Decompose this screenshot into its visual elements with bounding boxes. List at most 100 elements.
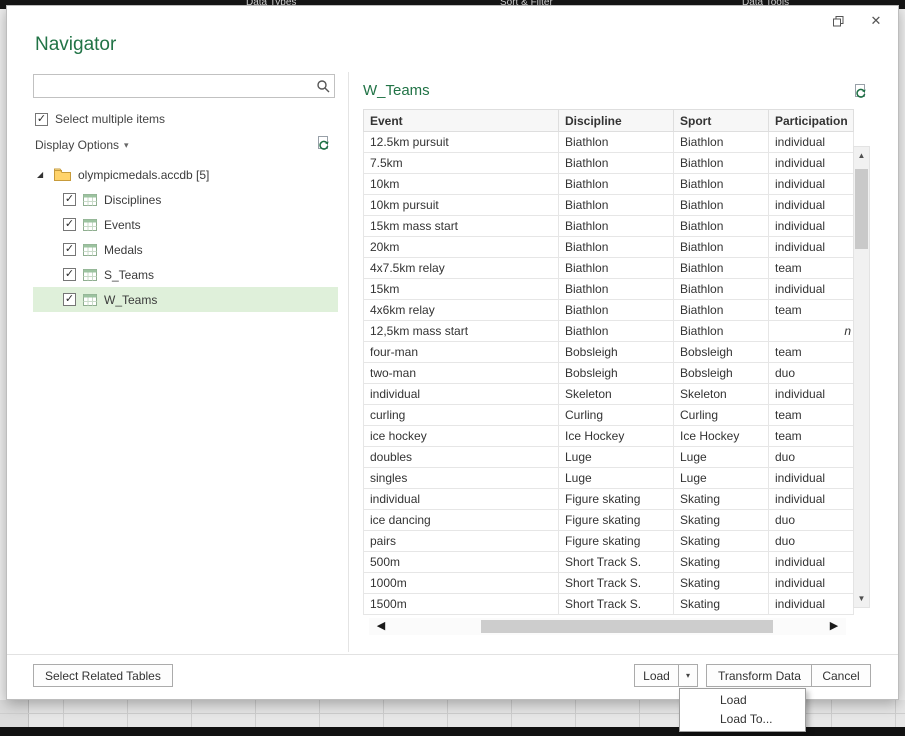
tree-item-disciplines[interactable]: ✓ Disciplines	[33, 187, 338, 212]
tree-item-events[interactable]: ✓ Events	[33, 212, 338, 237]
table-row: 4x6km relayBiathlonBiathlonteam	[364, 300, 854, 321]
table-row: 500mShort Track S.Skatingindividual	[364, 552, 854, 573]
menu-item-load[interactable]: Load	[680, 691, 805, 710]
refresh-preview-icon[interactable]	[315, 135, 332, 152]
close-button[interactable]: ✕	[864, 12, 888, 30]
table-cell: team	[769, 342, 854, 363]
table-icon	[83, 244, 97, 256]
transform-data-button[interactable]: Transform Data	[706, 664, 813, 687]
preview-title: W_Teams	[363, 82, 430, 99]
table-cell: Skating	[674, 552, 769, 573]
table-row: 15km mass startBiathlonBiathlonindividua…	[364, 216, 854, 237]
table-cell: Luge	[674, 447, 769, 468]
table-cell: team	[769, 426, 854, 447]
table-cell: individual	[769, 594, 854, 615]
table-cell: individual	[769, 216, 854, 237]
table-cell: Biathlon	[559, 132, 674, 153]
preview-table: Event Discipline Sport Participation 12.…	[363, 109, 854, 615]
table-cell: 7.5km	[364, 153, 559, 174]
select-multiple-items-checkbox[interactable]: ✓ Select multiple items	[35, 112, 165, 126]
table-cell: Bobsleigh	[559, 363, 674, 384]
table-row: individualSkeletonSkeletonindividual	[364, 384, 854, 405]
table-row: 1000mShort Track S.Skatingindividual	[364, 573, 854, 594]
table-row: four-manBobsleighBobsleighteam	[364, 342, 854, 363]
table-cell: two-man	[364, 363, 559, 384]
display-options-dropdown[interactable]: Display Options ▾	[35, 138, 129, 152]
checkbox-checked-icon[interactable]: ✓	[63, 293, 76, 306]
table-icon	[83, 194, 97, 206]
table-cell: Bobsleigh	[559, 342, 674, 363]
load-dropdown-button[interactable]: ▾	[679, 664, 698, 687]
tree-root-olympicmedals[interactable]: ◢ olympicmedals.accdb [5]	[33, 162, 338, 187]
table-cell: Bobsleigh	[674, 342, 769, 363]
table-cell: 12.5km pursuit	[364, 132, 559, 153]
table-cell: singles	[364, 468, 559, 489]
table-cell: duo	[769, 531, 854, 552]
table-cell: Skeleton	[674, 384, 769, 405]
table-cell: duo	[769, 510, 854, 531]
select-related-tables-button[interactable]: Select Related Tables	[33, 664, 173, 687]
table-cell: ice hockey	[364, 426, 559, 447]
horizontal-scrollbar[interactable]: ◀ ▶	[369, 618, 846, 635]
cancel-button[interactable]: Cancel	[811, 664, 871, 687]
table-row: 1500mShort Track S.Skatingindividual	[364, 594, 854, 615]
tree-expanded-icon[interactable]: ◢	[37, 170, 47, 179]
table-cell: pairs	[364, 531, 559, 552]
table-cell: Biathlon	[559, 279, 674, 300]
checkbox-checked-icon[interactable]: ✓	[63, 243, 76, 256]
checkbox-checked-icon[interactable]: ✓	[63, 193, 76, 206]
table-icon	[83, 219, 97, 231]
search-icon[interactable]	[312, 79, 334, 93]
table-cell: 20km	[364, 237, 559, 258]
close-icon: ✕	[871, 13, 882, 29]
table-cell: individual	[769, 279, 854, 300]
table-row: ice dancingFigure skatingSkatingduo	[364, 510, 854, 531]
table-row: singlesLugeLugeindividual	[364, 468, 854, 489]
table-cell: Biathlon	[674, 132, 769, 153]
scroll-right-icon[interactable]: ▶	[824, 618, 844, 635]
vertical-scroll-thumb[interactable]	[855, 169, 868, 249]
table-cell: individual	[769, 573, 854, 594]
table-cell: Bobsleigh	[674, 363, 769, 384]
table-cell: 1000m	[364, 573, 559, 594]
checkbox-checked-icon[interactable]: ✓	[63, 218, 76, 231]
table-cell: Biathlon	[674, 153, 769, 174]
search-box	[33, 74, 335, 98]
display-options-label: Display Options	[35, 138, 119, 152]
table-cell: individual	[769, 132, 854, 153]
navigator-tree: ◢ olympicmedals.accdb [5] ✓ Di	[33, 162, 338, 312]
horizontal-scroll-thumb[interactable]	[481, 620, 773, 633]
restore-button[interactable]	[826, 12, 850, 30]
table-cell: Figure skating	[559, 489, 674, 510]
menu-item-load-to[interactable]: Load To...	[680, 710, 805, 729]
table-row: pairsFigure skatingSkatingduo	[364, 531, 854, 552]
table-cell: doubles	[364, 447, 559, 468]
table-cell: team	[769, 300, 854, 321]
table-cell: individual	[769, 174, 854, 195]
scroll-left-icon[interactable]: ◀	[371, 618, 391, 635]
table-cell: Ice Hockey	[674, 426, 769, 447]
load-button[interactable]: Load	[634, 664, 679, 687]
vertical-scrollbar[interactable]: ▲ ▼	[853, 146, 870, 608]
table-cell: team	[769, 405, 854, 426]
tree-item-w-teams[interactable]: ✓ W_Teams	[33, 287, 338, 312]
column-header-sport: Sport	[674, 110, 769, 132]
search-input[interactable]	[34, 75, 312, 97]
checkbox-checked-icon[interactable]: ✓	[63, 268, 76, 281]
table-cell: individual	[769, 237, 854, 258]
table-cell: Skating	[674, 573, 769, 594]
scroll-up-icon[interactable]: ▲	[854, 147, 869, 164]
table-row: ice hockeyIce HockeyIce Hockeyteam	[364, 426, 854, 447]
table-cell: Biathlon	[674, 300, 769, 321]
tree-item-s-teams[interactable]: ✓ S_Teams	[33, 262, 338, 287]
checkbox-checked-icon[interactable]: ✓	[35, 113, 48, 126]
refresh-preview-icon[interactable]	[852, 83, 869, 100]
tree-item-medals[interactable]: ✓ Medals	[33, 237, 338, 262]
tree-item-label: Disciplines	[104, 193, 161, 207]
table-cell: Figure skating	[559, 510, 674, 531]
table-cell: Biathlon	[559, 237, 674, 258]
table-header-row: Event Discipline Sport Participation	[364, 110, 854, 132]
table-cell: individual	[769, 153, 854, 174]
table-cell: Biathlon	[559, 195, 674, 216]
scroll-down-icon[interactable]: ▼	[854, 590, 869, 607]
